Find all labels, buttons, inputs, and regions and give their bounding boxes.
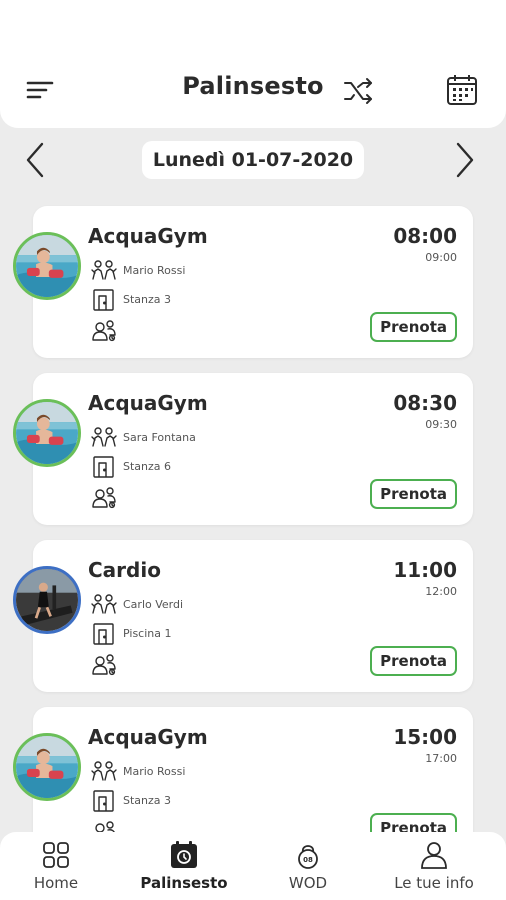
room-icon bbox=[91, 622, 117, 646]
selected-date[interactable]: Lunedì 01-07-2020 bbox=[142, 141, 364, 179]
class-end-time: 17:00 bbox=[425, 752, 457, 765]
trainer-icon bbox=[91, 425, 117, 449]
tab-label: Palinsesto bbox=[140, 874, 228, 892]
class-avatar bbox=[13, 566, 81, 634]
trainer-icon bbox=[91, 258, 117, 282]
class-avatar bbox=[13, 733, 81, 801]
bottom-tab-bar: Home Palinsesto 08 WOD Le tue info bbox=[0, 832, 506, 900]
class-instructor: Mario Rossi bbox=[123, 264, 186, 277]
class-start-time: 15:00 bbox=[393, 725, 457, 749]
book-button[interactable]: Prenota bbox=[370, 646, 457, 676]
trainer-icon bbox=[91, 759, 117, 783]
room-icon bbox=[91, 288, 117, 312]
tab-le-tue-info[interactable]: Le tue info bbox=[374, 840, 494, 898]
tab-label: Le tue info bbox=[394, 874, 474, 892]
kettlebell-icon: 08 bbox=[298, 845, 318, 869]
class-end-time: 12:00 bbox=[425, 585, 457, 598]
class-end-time: 09:30 bbox=[425, 418, 457, 431]
tab-label: WOD bbox=[288, 874, 328, 892]
tab-palinsesto[interactable]: Palinsesto bbox=[124, 840, 244, 898]
class-card[interactable]: AcquaGym 08:30 09:30 Sara Fontana Stanza… bbox=[13, 373, 473, 525]
class-name: AcquaGym bbox=[88, 224, 208, 248]
book-button[interactable]: Prenota bbox=[370, 479, 457, 509]
user-icon bbox=[421, 842, 447, 869]
room-icon bbox=[91, 455, 117, 479]
participants-icon[interactable] bbox=[91, 485, 117, 509]
grid-icon bbox=[43, 842, 69, 868]
class-name: AcquaGym bbox=[88, 725, 208, 749]
page-title: Palinsesto bbox=[182, 72, 324, 100]
class-room: Stanza 3 bbox=[123, 794, 172, 807]
chevron-left-icon[interactable] bbox=[22, 140, 50, 180]
class-card[interactable]: AcquaGym 08:00 09:00 Mario Rossi Stanza … bbox=[13, 206, 473, 358]
chevron-right-icon[interactable] bbox=[450, 140, 478, 180]
participants-icon[interactable] bbox=[91, 318, 117, 342]
class-avatar bbox=[13, 399, 81, 467]
class-instructor: Carlo Verdi bbox=[123, 598, 184, 611]
class-end-time: 09:00 bbox=[425, 251, 457, 264]
participants-icon[interactable] bbox=[91, 652, 117, 676]
class-start-time: 08:00 bbox=[393, 224, 457, 248]
trainer-icon bbox=[91, 592, 117, 616]
room-icon bbox=[91, 789, 117, 813]
svg-text:08: 08 bbox=[303, 856, 313, 864]
app-header: Palinsesto bbox=[0, 0, 506, 128]
book-button[interactable]: Prenota bbox=[370, 312, 457, 342]
class-name: Cardio bbox=[88, 558, 161, 582]
class-room: Stanza 6 bbox=[123, 460, 172, 473]
class-instructor: Mario Rossi bbox=[123, 765, 186, 778]
calendar-icon[interactable] bbox=[444, 72, 480, 108]
class-start-time: 08:30 bbox=[393, 391, 457, 415]
class-card[interactable]: Cardio 11:00 12:00 Carlo Verdi Piscina 1… bbox=[13, 540, 473, 692]
calendar-clock-icon bbox=[171, 841, 197, 868]
tab-wod[interactable]: 08 WOD bbox=[248, 840, 368, 898]
class-name: AcquaGym bbox=[88, 391, 208, 415]
shuffle-icon[interactable] bbox=[342, 74, 376, 108]
class-room: Stanza 3 bbox=[123, 293, 172, 306]
class-room: Piscina 1 bbox=[123, 627, 172, 640]
tab-home[interactable]: Home bbox=[0, 840, 116, 898]
class-avatar bbox=[13, 232, 81, 300]
class-instructor: Sara Fontana bbox=[123, 431, 196, 444]
class-start-time: 11:00 bbox=[393, 558, 457, 582]
menu-icon[interactable] bbox=[24, 74, 58, 108]
tab-label: Home bbox=[33, 874, 79, 892]
